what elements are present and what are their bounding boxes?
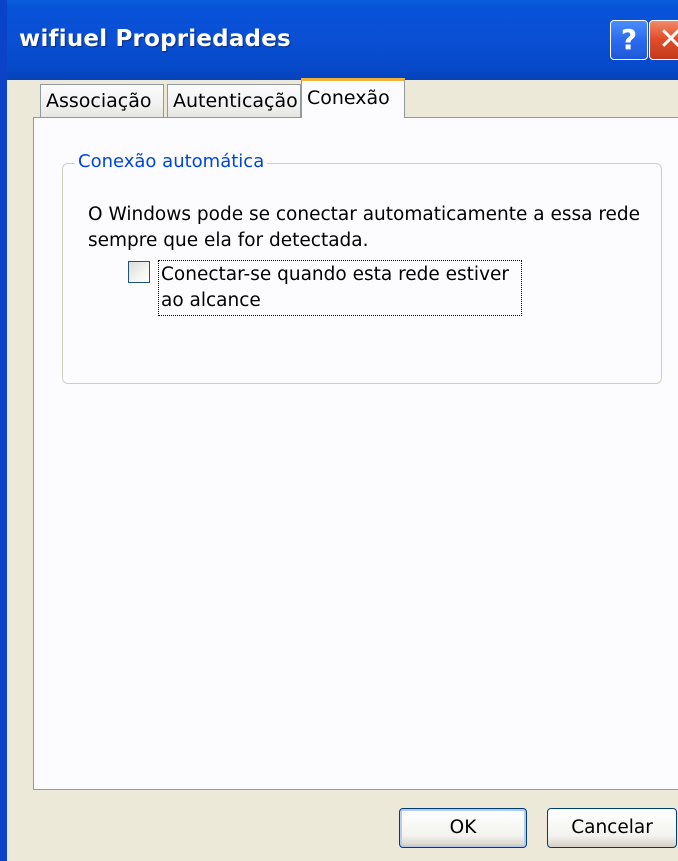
close-icon[interactable]: ✕	[649, 20, 678, 60]
auto-connect-checkbox-label[interactable]: Conectar-se quando esta rede estiver ao …	[158, 260, 522, 316]
group-legend: Conexão automática	[75, 151, 268, 172]
ok-button[interactable]: OK	[399, 808, 527, 848]
tab-panel-conexao: Conexão automática O Windows pode se con…	[33, 117, 678, 790]
help-icon[interactable]: ?	[610, 20, 648, 60]
cancel-button[interactable]: Cancelar	[547, 808, 677, 848]
auto-connect-checkbox[interactable]	[128, 261, 150, 283]
title-bar[interactable]: wifiuel Propriedades ? ✕	[7, 0, 678, 80]
group-description: O Windows pode se conectar automaticamen…	[88, 204, 641, 251]
auto-connect-group: Conexão automática O Windows pode se con…	[62, 151, 662, 384]
properties-dialog: wifiuel Propriedades ? ✕ Associação Aute…	[0, 0, 678, 861]
tab-conexao[interactable]: Conexão	[301, 78, 405, 122]
tab-associacao[interactable]: Associação	[40, 84, 164, 118]
tab-autenticacao[interactable]: Autenticação	[167, 84, 301, 118]
window-title: wifiuel Propriedades	[19, 26, 291, 52]
